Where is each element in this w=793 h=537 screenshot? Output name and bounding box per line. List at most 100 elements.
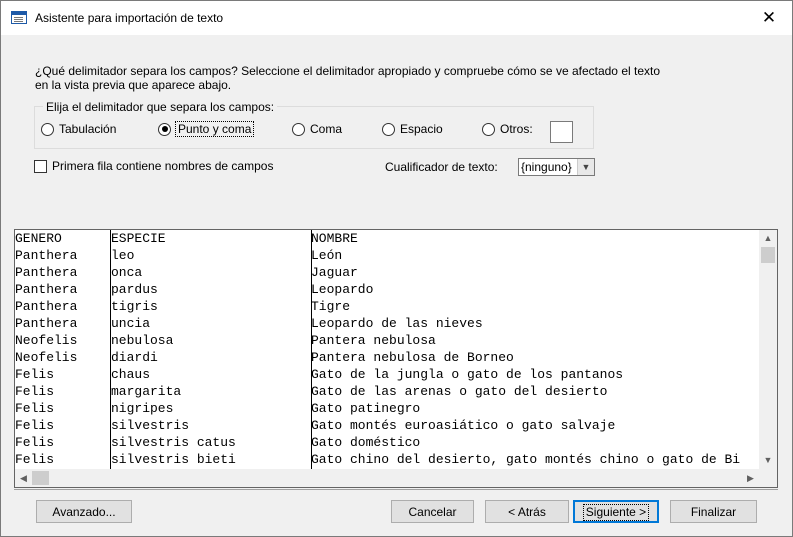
scroll-up-icon[interactable]: ▲ bbox=[759, 230, 777, 247]
text-qualifier-select[interactable]: {ninguno} ▼ bbox=[518, 158, 595, 176]
vertical-scroll-thumb[interactable] bbox=[761, 247, 775, 263]
cell-genero: Panthera bbox=[15, 248, 78, 263]
preview-grid[interactable]: GENERO ESPECIE NOMBRE Panthera leo León Pant… bbox=[14, 229, 778, 488]
cell-genero: Felis bbox=[15, 418, 55, 433]
cell-nombre: Gato patinegro bbox=[311, 401, 421, 416]
advanced-button-label[interactable]: Avanzado... bbox=[52, 502, 115, 523]
finish-button-label[interactable]: Finalizar bbox=[691, 502, 736, 523]
radio-espacio-label[interactable]: Espacio bbox=[400, 122, 443, 136]
cell-genero: Felis bbox=[15, 367, 55, 382]
radio-coma-circle[interactable] bbox=[292, 122, 305, 136]
import-wizard-window: Asistente para importación de texto ✕ ¿Q… bbox=[0, 0, 793, 537]
cell-nombre: Leopardo de las nieves bbox=[311, 316, 483, 331]
radio-tabulacion[interactable]: Tabulación bbox=[41, 121, 116, 137]
cell-genero: Felis bbox=[15, 401, 55, 416]
cell-especie: nigripes bbox=[111, 401, 174, 416]
radio-coma-label[interactable]: Coma bbox=[310, 122, 342, 136]
table-row: Felis chaus Gato de la jungla o gato de lo… bbox=[15, 366, 759, 383]
column-divider-1[interactable] bbox=[110, 230, 111, 469]
scroll-left-icon[interactable]: ◀ bbox=[15, 469, 32, 487]
cell-especie: silvestris bbox=[111, 418, 190, 433]
scroll-down-icon[interactable]: ▼ bbox=[759, 452, 777, 469]
title-bar: Asistente para importación de texto ✕ bbox=[1, 1, 792, 35]
cell-especie: onca bbox=[111, 265, 143, 280]
cell-nombre: León bbox=[311, 248, 343, 263]
cell-nombre: NOMBRE bbox=[311, 231, 358, 246]
chevron-down-icon[interactable]: ▼ bbox=[577, 159, 594, 175]
scroll-right-icon[interactable]: ▶ bbox=[742, 469, 759, 487]
column-divider-2[interactable] bbox=[311, 230, 312, 469]
cell-especie: silvestris bieti bbox=[111, 452, 236, 467]
cell-especie: margarita bbox=[111, 384, 182, 399]
first-row-names-checkbox[interactable] bbox=[34, 159, 47, 173]
cancel-button-label[interactable]: Cancelar bbox=[408, 502, 456, 523]
radio-otros[interactable]: Otros: bbox=[482, 121, 533, 137]
table-row: Panthera uncia Leopardo de las nieves bbox=[15, 315, 759, 332]
horizontal-scrollbar[interactable]: ◀ ▶ bbox=[15, 469, 759, 487]
table-row: Felis margarita Gato de las arenas o gato … bbox=[15, 383, 759, 400]
cell-genero: Neofelis bbox=[15, 333, 78, 348]
table-row: Felis nigripes Gato patinegro bbox=[15, 400, 759, 417]
cell-nombre: Leopardo bbox=[311, 282, 374, 297]
text-qualifier-value[interactable]: {ninguno} bbox=[521, 160, 572, 174]
cell-nombre: Gato doméstico bbox=[311, 435, 421, 450]
cell-genero: Panthera bbox=[15, 265, 78, 280]
delimiter-group-legend: Elija el delimitador que separa los camp… bbox=[43, 100, 278, 114]
radio-coma[interactable]: Coma bbox=[292, 121, 342, 137]
preview-grid-content[interactable]: GENERO ESPECIE NOMBRE Panthera leo León Pant… bbox=[15, 230, 759, 469]
text-qualifier-label: Cualificador de texto: bbox=[385, 160, 498, 174]
radio-tabulacion-label[interactable]: Tabulación bbox=[59, 122, 116, 136]
cell-nombre: Gato montés euroasiático o gato salvaje bbox=[311, 418, 616, 433]
horizontal-scroll-thumb[interactable] bbox=[32, 471, 49, 485]
back-button-label[interactable]: < Atrás bbox=[508, 502, 546, 523]
cell-especie: pardus bbox=[111, 282, 158, 297]
cell-nombre: Pantera nebulosa de Borneo bbox=[311, 350, 514, 365]
cell-nombre: Jaguar bbox=[311, 265, 358, 280]
close-button[interactable]: ✕ bbox=[746, 1, 792, 35]
cell-genero: Panthera bbox=[15, 282, 78, 297]
next-button-label[interactable]: Siguiente > bbox=[582, 504, 650, 521]
table-row: Felis silvestris bieti Gato chino del desi… bbox=[15, 451, 759, 468]
first-row-names-label[interactable]: Primera fila contiene nombres de campos bbox=[52, 159, 273, 173]
radio-punto-y-coma-label[interactable]: Punto y coma bbox=[174, 121, 255, 137]
scrollbar-corner bbox=[759, 469, 777, 487]
cancel-button[interactable]: Cancelar bbox=[391, 500, 474, 523]
back-button[interactable]: < Atrás bbox=[485, 500, 569, 523]
cell-especie: uncia bbox=[111, 316, 151, 331]
radio-otros-label[interactable]: Otros: bbox=[500, 122, 533, 136]
radio-punto-y-coma[interactable]: Punto y coma bbox=[158, 121, 255, 137]
cell-especie: diardi bbox=[111, 350, 158, 365]
next-button[interactable]: Siguiente > bbox=[573, 500, 659, 523]
finish-button[interactable]: Finalizar bbox=[670, 500, 757, 523]
advanced-button[interactable]: Avanzado... bbox=[36, 500, 132, 523]
app-window-icon bbox=[11, 11, 27, 24]
table-row: Panthera leo León bbox=[15, 247, 759, 264]
vertical-scrollbar[interactable]: ▲ ▼ bbox=[759, 230, 777, 469]
cell-genero: Neofelis bbox=[15, 350, 78, 365]
delimiter-groupbox: Elija el delimitador que separa los camp… bbox=[34, 100, 594, 149]
radio-otros-circle[interactable] bbox=[482, 122, 495, 136]
other-delimiter-input[interactable] bbox=[550, 121, 573, 143]
table-row: Felis silvestris catus Gato doméstico bbox=[15, 434, 759, 451]
radio-espacio[interactable]: Espacio bbox=[382, 121, 443, 137]
table-row: Neofelis nebulosa Pantera nebulosa bbox=[15, 332, 759, 349]
radio-punto-y-coma-circle[interactable] bbox=[158, 122, 171, 136]
cell-especie: tigris bbox=[111, 299, 158, 314]
cell-especie: chaus bbox=[111, 367, 151, 382]
table-row: GENERO ESPECIE NOMBRE bbox=[15, 230, 759, 247]
cell-especie: silvestris catus bbox=[111, 435, 236, 450]
table-row: Panthera tigris Tigre bbox=[15, 298, 759, 315]
cell-genero: Felis bbox=[15, 435, 55, 450]
table-row: Felis silvestris Gato montés euroasiático … bbox=[15, 417, 759, 434]
cell-genero: GENERO bbox=[15, 231, 62, 246]
table-row: Neofelis diardi Pantera nebulosa de Borneo bbox=[15, 349, 759, 366]
cell-genero: Felis bbox=[15, 452, 55, 467]
cell-genero: Panthera bbox=[15, 316, 78, 331]
footer-divider bbox=[14, 489, 778, 490]
radio-tabulacion-circle[interactable] bbox=[41, 122, 54, 136]
cell-nombre: Gato de las arenas o gato del desierto bbox=[311, 384, 608, 399]
cell-genero: Panthera bbox=[15, 299, 78, 314]
cell-especie: ESPECIE bbox=[111, 231, 166, 246]
radio-espacio-circle[interactable] bbox=[382, 122, 395, 136]
first-row-names-checkbox-row[interactable]: Primera fila contiene nombres de campos bbox=[34, 159, 273, 173]
